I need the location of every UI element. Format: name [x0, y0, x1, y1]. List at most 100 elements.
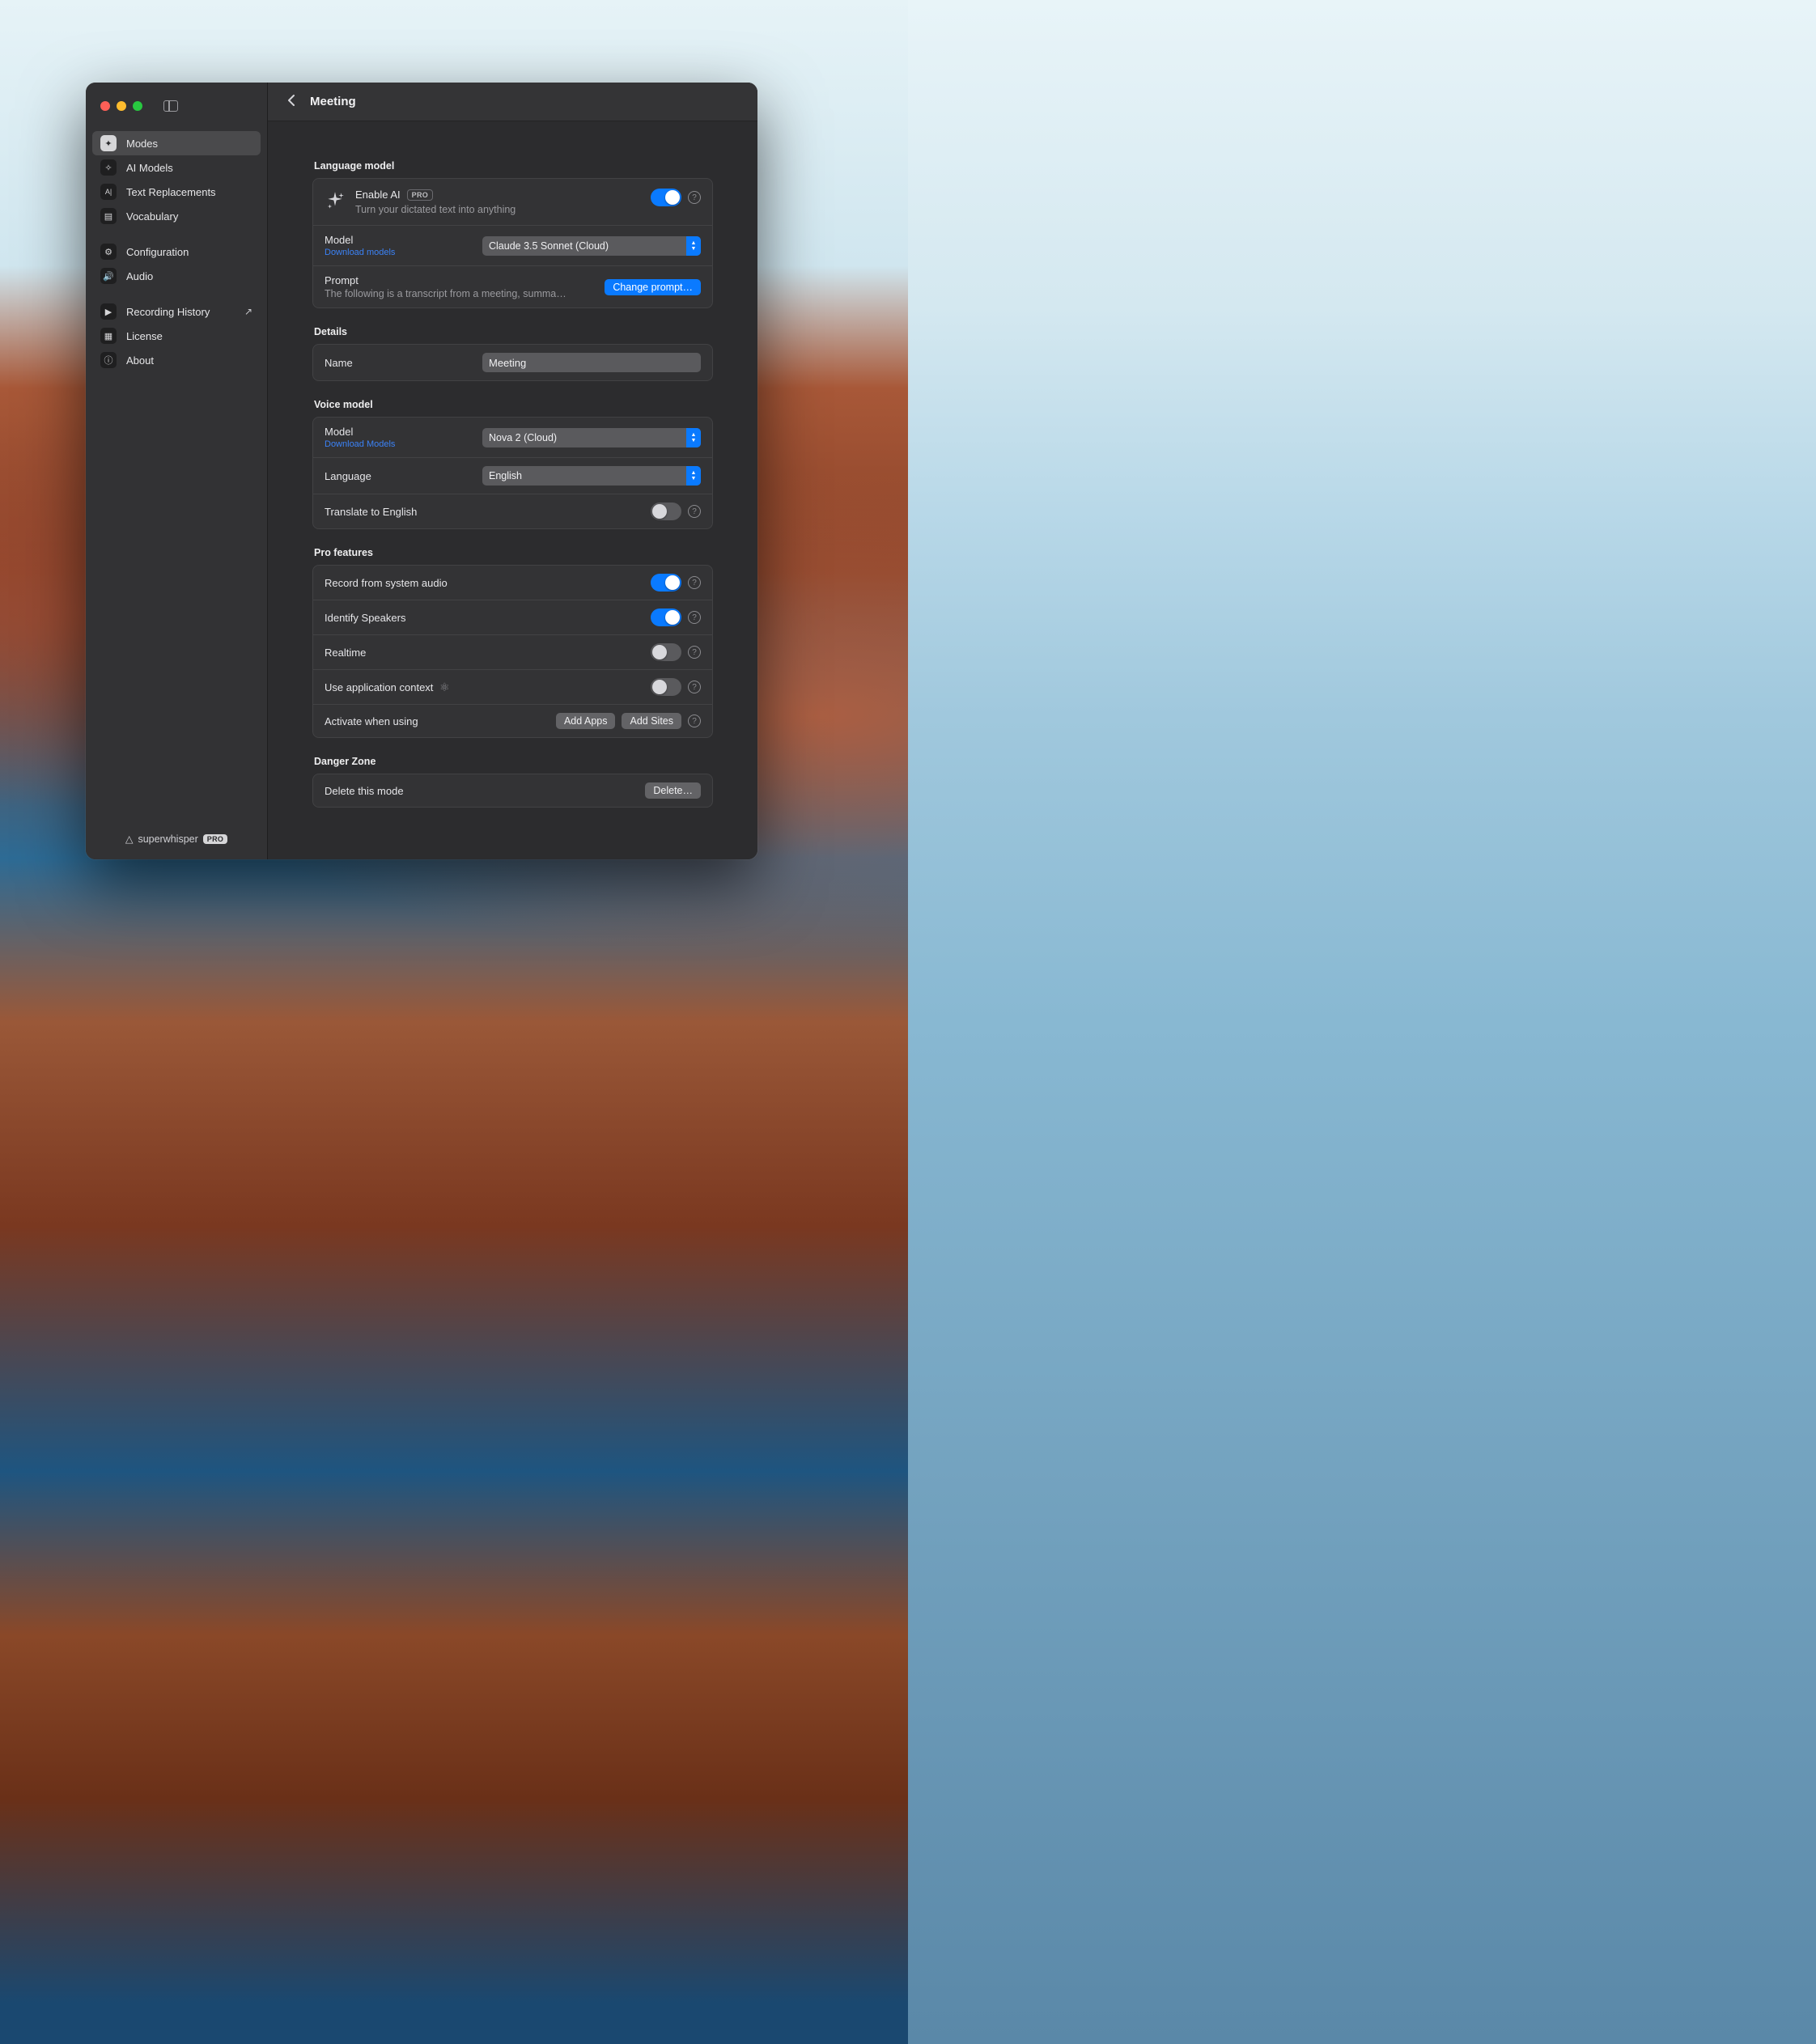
sidebar-item-about[interactable]: ⓘ About — [92, 348, 261, 372]
chevron-left-icon — [286, 94, 296, 107]
sidebar-item-audio[interactable]: 🔊 Audio — [92, 264, 261, 288]
download-models-link[interactable]: Download models — [325, 248, 430, 257]
download-voice-models-link[interactable]: Download Models — [325, 439, 430, 449]
ai-models-icon: ✧ — [100, 159, 117, 176]
add-apps-button[interactable]: Add Apps — [556, 713, 616, 729]
add-sites-button[interactable]: Add Sites — [622, 713, 681, 729]
help-icon[interactable]: ? — [688, 191, 701, 204]
sidebar-nav: ✦ Modes ✧ AI Models A| Text Replacements… — [86, 125, 267, 390]
llm-model-row: Model Download models Claude 3.5 Sonnet … — [313, 225, 712, 265]
modes-icon: ✦ — [100, 135, 117, 151]
pro-badge: PRO — [407, 189, 433, 201]
realtime-toggle[interactable] — [651, 643, 681, 661]
voice-model-row: Model Download Models Nova 2 (Cloud) ▲▼ — [313, 418, 712, 457]
sidebar-footer: △ superwhisper PRO — [86, 821, 267, 859]
activate-when-using-row: Activate when using Add Apps Add Sites ? — [313, 704, 712, 737]
enable-ai-toggle[interactable] — [651, 189, 681, 206]
sidebar-item-text-replacements[interactable]: A| Text Replacements — [92, 180, 261, 204]
llm-model-select[interactable]: Claude 3.5 Sonnet (Cloud) ▲▼ — [482, 236, 701, 256]
translate-label: Translate to English — [325, 506, 641, 518]
external-link-icon: ↗ — [244, 306, 252, 317]
select-stepper-icon: ▲▼ — [686, 236, 701, 256]
sidebar-item-label: AI Models — [126, 162, 173, 174]
license-icon: ▦ — [100, 328, 117, 344]
realtime-label: Realtime — [325, 647, 641, 659]
section-title-details: Details — [314, 326, 713, 337]
activate-when-using-label: Activate when using — [325, 715, 546, 727]
sidebar-item-ai-models[interactable]: ✧ AI Models — [92, 155, 261, 180]
sidebar-item-label: Audio — [126, 270, 153, 282]
sidebar-item-label: Configuration — [126, 246, 189, 258]
content-area: Language model Enable AI PRO Turn your d… — [268, 121, 757, 832]
help-icon[interactable]: ? — [688, 681, 701, 693]
voice-model-label: Model — [325, 426, 430, 438]
record-system-audio-label: Record from system audio — [325, 577, 641, 589]
language-select[interactable]: English ▲▼ — [482, 466, 701, 486]
back-button[interactable] — [284, 94, 299, 109]
section-title-pro-features: Pro features — [314, 547, 713, 558]
app-window: ✦ Modes ✧ AI Models A| Text Replacements… — [86, 83, 757, 859]
voice-model-select[interactable]: Nova 2 (Cloud) ▲▼ — [482, 428, 701, 447]
sidebar-item-label: About — [126, 354, 154, 367]
application-context-label: Use application context ⚛ — [325, 681, 641, 694]
brand-name: superwhisper — [138, 833, 197, 845]
sidebar-toggle-icon[interactable] — [163, 100, 178, 112]
vocabulary-icon: ▤ — [100, 208, 117, 224]
pro-badge: PRO — [203, 834, 227, 844]
help-icon[interactable]: ? — [688, 715, 701, 727]
name-input[interactable]: Meeting — [482, 353, 701, 372]
change-prompt-button[interactable]: Change prompt… — [605, 279, 701, 295]
language-label: Language — [325, 470, 430, 482]
sidebar-item-label: Recording History — [126, 306, 210, 318]
record-system-audio-toggle[interactable] — [651, 574, 681, 592]
voice-model-card: Model Download Models Nova 2 (Cloud) ▲▼ … — [312, 417, 713, 529]
enable-ai-row: Enable AI PRO Turn your dictated text in… — [313, 179, 712, 225]
text-replacements-icon: A| — [100, 184, 117, 200]
section-title-danger-zone: Danger Zone — [314, 756, 713, 767]
enable-ai-description: Turn your dictated text into anything — [355, 204, 641, 215]
help-icon[interactable]: ? — [688, 611, 701, 624]
translate-toggle[interactable] — [651, 503, 681, 520]
llm-model-label: Model — [325, 234, 430, 246]
language-model-card: Enable AI PRO Turn your dictated text in… — [312, 178, 713, 308]
language-value: English — [489, 470, 522, 481]
close-window-button[interactable] — [100, 101, 110, 111]
name-row: Name Meeting — [313, 345, 712, 380]
fullscreen-window-button[interactable] — [133, 101, 142, 111]
application-context-toggle[interactable] — [651, 678, 681, 696]
help-icon[interactable]: ? — [688, 505, 701, 518]
sidebar-item-label: Vocabulary — [126, 210, 178, 223]
section-title-voice-model: Voice model — [314, 399, 713, 410]
help-icon[interactable]: ? — [688, 646, 701, 659]
select-stepper-icon: ▲▼ — [686, 428, 701, 447]
sidebar: ✦ Modes ✧ AI Models A| Text Replacements… — [86, 83, 268, 859]
pro-features-card: Record from system audio ? Identify Spea… — [312, 565, 713, 738]
danger-zone-card: Delete this mode Delete… — [312, 774, 713, 808]
delete-mode-label: Delete this mode — [325, 785, 404, 797]
application-context-row: Use application context ⚛ ? — [313, 669, 712, 704]
voice-model-value: Nova 2 (Cloud) — [489, 432, 557, 443]
delete-button[interactable]: Delete… — [645, 782, 701, 799]
sidebar-item-license[interactable]: ▦ License — [92, 324, 261, 348]
select-stepper-icon: ▲▼ — [686, 466, 701, 486]
prompt-preview: The following is a transcript from a mee… — [325, 288, 567, 299]
sidebar-item-label: License — [126, 330, 163, 342]
name-value: Meeting — [489, 357, 526, 369]
sidebar-item-vocabulary[interactable]: ▤ Vocabulary — [92, 204, 261, 228]
audio-icon: 🔊 — [100, 268, 117, 284]
minimize-window-button[interactable] — [117, 101, 126, 111]
realtime-row: Realtime ? — [313, 634, 712, 669]
recording-history-icon: ▶ — [100, 303, 117, 320]
enable-ai-label: Enable AI — [355, 189, 401, 201]
page-title: Meeting — [310, 95, 356, 108]
help-icon[interactable]: ? — [688, 576, 701, 589]
record-system-audio-row: Record from system audio ? — [313, 566, 712, 600]
language-row: Language English ▲▼ — [313, 457, 712, 494]
sidebar-item-configuration[interactable]: ⚙ Configuration — [92, 240, 261, 264]
configuration-icon: ⚙ — [100, 244, 117, 260]
sidebar-item-modes[interactable]: ✦ Modes — [92, 131, 261, 155]
about-icon: ⓘ — [100, 352, 117, 368]
identify-speakers-toggle[interactable] — [651, 609, 681, 626]
details-card: Name Meeting — [312, 344, 713, 381]
sidebar-item-recording-history[interactable]: ▶ Recording History ↗ — [92, 299, 261, 324]
